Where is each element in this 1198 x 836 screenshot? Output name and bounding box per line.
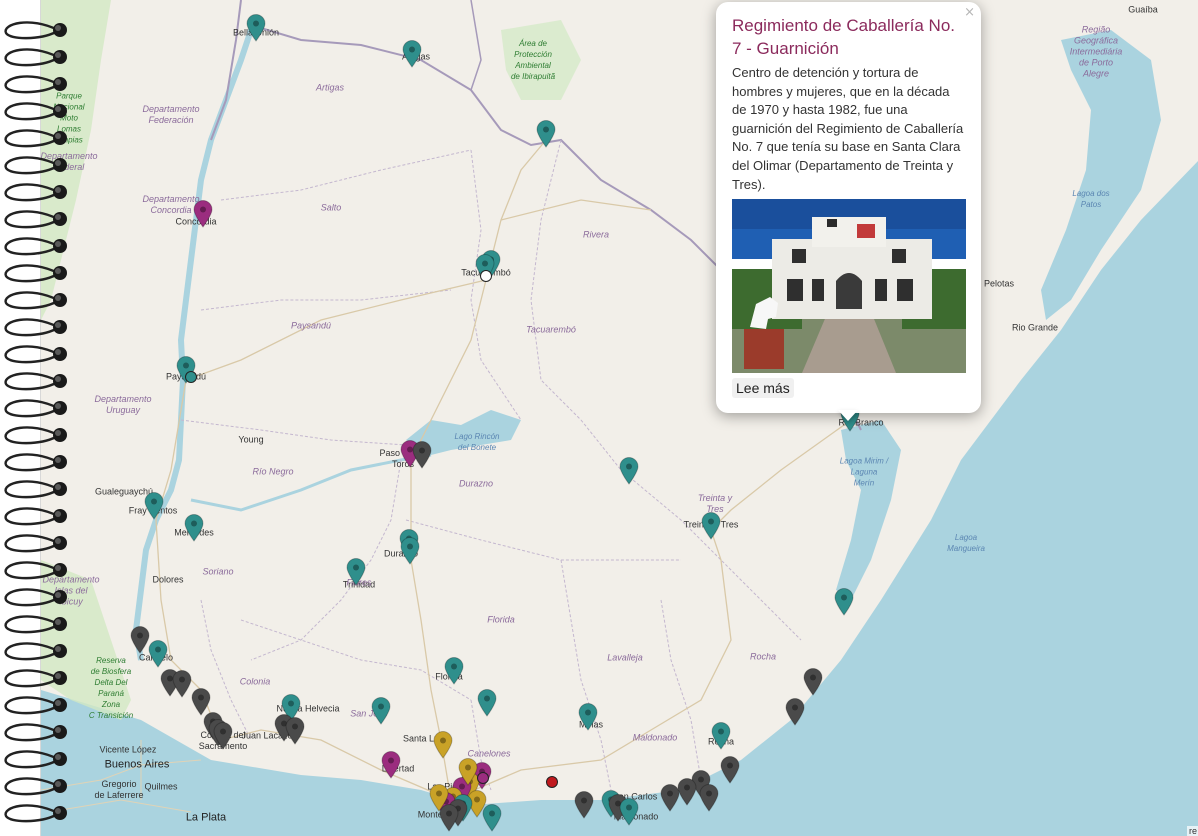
map-marker-icon[interactable] — [246, 14, 266, 42]
map-marker-icon[interactable] — [619, 798, 639, 826]
label-depto-uruguay: Departamento Uruguay — [94, 394, 152, 415]
map-marker-icon[interactable] — [429, 784, 449, 812]
label-depto-federal: Departamento Federal — [40, 151, 98, 172]
label-guaiba: Guaíba — [1128, 4, 1158, 15]
map-circle-marker[interactable] — [480, 270, 492, 282]
label-regiao-porto-alegre: Região Geográfica Intermediária de Porto… — [1069, 24, 1123, 79]
label-lago-rincon: Lago Rincón del Bonete — [454, 432, 500, 452]
map-base — [41, 0, 1198, 836]
map-canvas[interactable]: Bella Unión Artigas Área de Protección A… — [40, 0, 1198, 836]
label-paysandu-dept: Paysandú — [290, 320, 332, 331]
label-rocha-dept: Rocha — [749, 651, 777, 662]
map-marker-icon[interactable] — [699, 784, 719, 812]
label-quilmes: Quilmes — [144, 781, 178, 792]
label-durazno-dept: Durazno — [458, 478, 494, 489]
label-rio-grande: Rio Grande — [1011, 322, 1059, 333]
notebook-frame: Bella Unión Artigas Área de Protección A… — [0, 0, 1198, 836]
label-artigas-dept: Artigas — [315, 82, 345, 93]
marker-popup: × Regimiento de Caballería No. 7 - Guarn… — [716, 2, 981, 413]
label-lagoa-mirim: Lagoa Mirim / Laguna Merín — [839, 456, 889, 488]
map-marker-icon[interactable] — [660, 784, 680, 812]
map-circle-marker[interactable] — [546, 776, 558, 788]
map-circle-marker[interactable] — [185, 371, 197, 383]
map-marker-icon[interactable] — [574, 791, 594, 819]
popup-photo-barracks — [732, 199, 966, 374]
map-marker-icon[interactable] — [371, 697, 391, 725]
laguna-merin — [836, 420, 901, 600]
map-marker-icon[interactable] — [184, 514, 204, 542]
map-marker-icon[interactable] — [412, 441, 432, 469]
label-maldonado-dept: Maldonado — [632, 732, 678, 743]
label-dolores: Dolores — [152, 574, 184, 585]
label-depto-federacion: Departamento Federación — [142, 104, 200, 125]
map-marker-icon[interactable] — [193, 200, 213, 228]
label-rivera-dept: Rivera — [582, 229, 610, 240]
map-marker-icon[interactable] — [482, 804, 502, 832]
map-marker-icon[interactable] — [720, 756, 740, 784]
label-soriano-dept: Soriano — [202, 566, 234, 577]
label-rio-negro-dept: Río Negro — [252, 466, 294, 477]
map-marker-icon[interactable] — [433, 731, 453, 759]
map-marker-icon[interactable] — [834, 588, 854, 616]
map-marker-icon[interactable] — [400, 537, 420, 565]
map-circle-marker[interactable] — [477, 772, 489, 784]
label-lagoa-patos: Lagoa dos Patos — [1072, 189, 1110, 209]
label-florida-dept: Florida — [487, 614, 515, 625]
map-marker-icon[interactable] — [458, 758, 478, 786]
map-marker-icon[interactable] — [536, 120, 556, 148]
label-vicente-lopez: Vicente López — [99, 744, 157, 755]
map-marker-icon[interactable] — [148, 640, 168, 668]
label-young: Young — [238, 434, 264, 445]
label-colonia-dept: Colonia — [239, 676, 271, 687]
popup-description: Centro de detención y tortura de hombres… — [732, 65, 964, 192]
label-park-lomas: Parque Nacional Moto Lomas Limpias — [53, 91, 85, 145]
map-marker-icon[interactable] — [711, 722, 731, 750]
label-gregorio-laferrere: Gregorio de Laferrere — [94, 779, 144, 800]
label-lavalleja-dept: Lavalleja — [607, 652, 643, 663]
popup-title: Regimiento de Caballería No. 7 - Guarnic… — [732, 16, 956, 58]
map-marker-icon[interactable] — [285, 717, 305, 745]
map-attribution[interactable]: re — [1186, 826, 1198, 836]
map-marker-icon[interactable] — [130, 626, 150, 654]
label-pelotas: Pelotas — [983, 278, 1015, 289]
label-lagoa-mangueira: Lagoa Mangueira — [947, 533, 985, 553]
label-buenos-aires: Buenos Aires — [104, 758, 170, 771]
map-marker-icon[interactable] — [578, 703, 598, 731]
label-area-ibirapuita: Área de Protección Ambiental de Ibirapui… — [510, 39, 556, 81]
map-marker-icon[interactable] — [619, 457, 639, 485]
label-la-plata: La Plata — [185, 811, 227, 824]
map-marker-icon[interactable] — [144, 492, 164, 520]
map-marker-icon[interactable] — [172, 670, 192, 698]
map-marker-icon[interactable] — [677, 778, 697, 806]
popup-tip — [838, 410, 858, 421]
border-brazil-north — [470, 0, 482, 91]
map-marker-icon[interactable] — [477, 689, 497, 717]
map-marker-icon[interactable] — [381, 751, 401, 779]
label-depto-islas: Departamento Islas del Ibicuy — [42, 574, 100, 607]
label-reserva-biosfera: Reserva de Biosfera Delta Del Paraná Zon… — [88, 656, 134, 720]
read-more-button[interactable]: Lee más — [732, 378, 794, 399]
close-icon[interactable]: × — [964, 5, 975, 20]
map-marker-icon[interactable] — [402, 40, 422, 68]
map-marker-icon[interactable] — [701, 512, 721, 540]
label-tacuarembo-dept: Tacuarembó — [526, 324, 576, 335]
map-marker-icon[interactable] — [346, 558, 366, 586]
label-depto-concordia: Departamento Concordia — [142, 194, 200, 215]
label-salto-dept: Salto — [320, 202, 342, 213]
map-marker-icon[interactable] — [785, 698, 805, 726]
map-marker-icon[interactable] — [444, 657, 464, 685]
map-marker-icon[interactable] — [213, 722, 233, 750]
map-marker-icon[interactable] — [803, 668, 823, 696]
